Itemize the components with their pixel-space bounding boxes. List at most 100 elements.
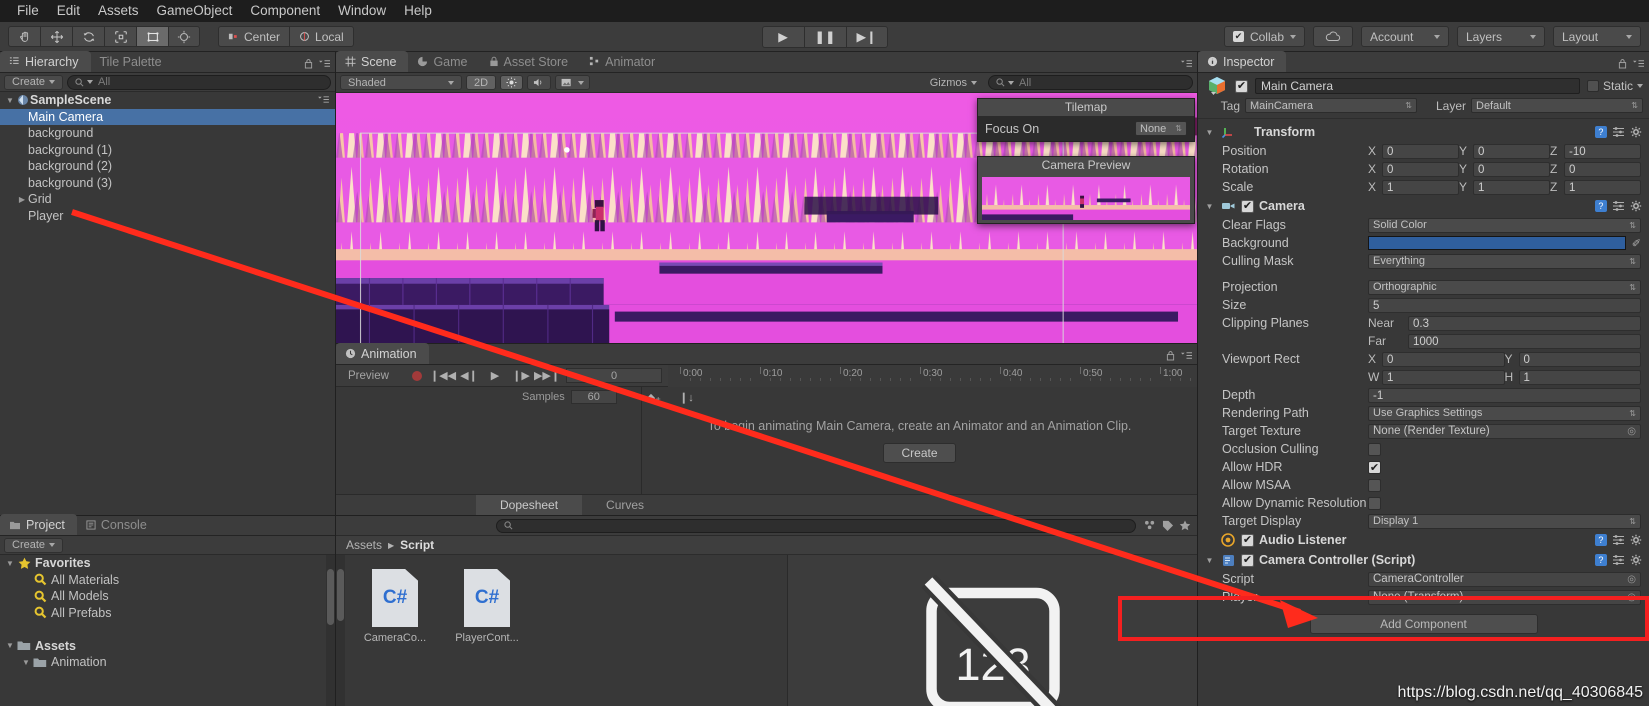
breadcrumb-script[interactable]: Script bbox=[400, 538, 434, 552]
transform-tool-icon[interactable] bbox=[168, 26, 200, 47]
scene-audio-toggle[interactable] bbox=[527, 75, 552, 90]
step-button[interactable]: ▶❙ bbox=[845, 25, 888, 48]
tab-game[interactable]: Game bbox=[408, 51, 479, 72]
play-button[interactable]: ▶ bbox=[761, 25, 804, 48]
preset-icon[interactable] bbox=[1612, 200, 1625, 212]
hierarchy-item[interactable]: Player bbox=[0, 208, 335, 225]
number-input[interactable]: 0 bbox=[1382, 351, 1505, 367]
tab-inspector[interactable]: Inspector bbox=[1198, 51, 1287, 72]
preset-icon[interactable] bbox=[1612, 534, 1625, 546]
number-input[interactable]: 1 bbox=[1473, 179, 1550, 195]
component-header[interactable]: ▼ Transform? bbox=[1198, 122, 1649, 142]
hierarchy-scene-row[interactable]: ▼ SampleScene bbox=[0, 92, 335, 109]
static-toggle[interactable]: Static bbox=[1586, 79, 1643, 93]
property-checkbox[interactable] bbox=[1368, 478, 1381, 492]
component-header[interactable]: ▼ ✔ Camera Controller (Script)? bbox=[1198, 550, 1649, 570]
tab-tile-palette[interactable]: Tile Palette bbox=[91, 51, 174, 72]
scene-gizmos-dropdown[interactable]: Gizmos bbox=[923, 75, 984, 90]
object-picker-icon[interactable]: ◎ bbox=[1627, 574, 1636, 585]
scene-menu-icon[interactable] bbox=[317, 93, 330, 107]
far-input[interactable]: 1000 bbox=[1408, 333, 1641, 349]
color-swatch[interactable] bbox=[1368, 236, 1626, 250]
chevron-down-icon[interactable]: ▼ bbox=[1204, 202, 1215, 211]
menu-item-gameobject[interactable]: GameObject bbox=[148, 0, 242, 22]
tab-curves[interactable]: Curves bbox=[582, 495, 668, 516]
hierarchy-item[interactable]: Main Camera bbox=[0, 108, 335, 125]
object-enabled-checkbox[interactable]: ✔ bbox=[1235, 79, 1248, 93]
eyedropper-icon[interactable]: ✐ bbox=[1632, 237, 1641, 250]
tab-hierarchy[interactable]: Hierarchy bbox=[0, 51, 91, 72]
animation-first-frame-button[interactable]: ❙◀◀ bbox=[430, 365, 456, 387]
property-checkbox[interactable]: ✔ bbox=[1368, 460, 1381, 474]
lock-icon[interactable] bbox=[1618, 58, 1627, 69]
cloud-button[interactable] bbox=[1313, 26, 1353, 47]
menu-item-window[interactable]: Window bbox=[329, 0, 395, 22]
animation-create-button[interactable]: Create bbox=[883, 442, 956, 463]
collab-button[interactable]: ✔ Collab bbox=[1223, 26, 1305, 47]
pause-button[interactable]: ❚❚ bbox=[803, 25, 846, 48]
account-button[interactable]: Account bbox=[1361, 26, 1449, 47]
gear-icon[interactable] bbox=[1630, 554, 1643, 566]
chevron-down-icon[interactable]: ▼ bbox=[1204, 556, 1215, 565]
preset-icon[interactable] bbox=[1612, 554, 1625, 566]
animation-samples-value[interactable]: 60 bbox=[570, 390, 617, 404]
pivot-mode-button[interactable]: Center bbox=[218, 26, 290, 47]
tab-animation[interactable]: Animation bbox=[336, 343, 429, 364]
move-tool-icon[interactable] bbox=[40, 26, 72, 47]
scene-shading-dropdown[interactable]: Shaded bbox=[340, 75, 462, 90]
gear-icon[interactable] bbox=[1630, 200, 1643, 212]
tab-console[interactable]: Console bbox=[77, 514, 159, 535]
hierarchy-item[interactable]: background (1) bbox=[0, 142, 335, 159]
dropdown-field[interactable]: Everything ⇅ bbox=[1368, 253, 1641, 269]
layer-dropdown[interactable]: Default ⇅ bbox=[1471, 98, 1643, 113]
menu-item-assets[interactable]: Assets bbox=[89, 0, 148, 22]
project-tree-item[interactable]: All Models bbox=[0, 588, 335, 605]
asset-item[interactable]: C# CameraCo... bbox=[360, 569, 430, 644]
chevron-down-icon[interactable]: ▼ bbox=[4, 96, 16, 105]
animation-timeline-ruler[interactable]: 0:00 0:10 0:20 0:30 0:40 0:50 1:00 bbox=[668, 364, 1197, 387]
hierarchy-item[interactable]: background (3) bbox=[0, 175, 335, 192]
panel-menu-icon[interactable] bbox=[318, 58, 331, 69]
chevron-down-icon[interactable]: ▼ bbox=[20, 658, 32, 667]
tab-asset-store[interactable]: Asset Store bbox=[480, 51, 581, 72]
object-name-field[interactable]: Main Camera bbox=[1255, 78, 1580, 94]
dropdown-field[interactable]: Display 1 ⇅ bbox=[1368, 513, 1641, 529]
object-picker-icon[interactable]: ◎ bbox=[1627, 426, 1636, 437]
number-input[interactable]: -10 bbox=[1564, 143, 1641, 159]
hierarchy-item[interactable]: ▶ Grid bbox=[0, 191, 335, 208]
rect-tool-icon[interactable] bbox=[136, 26, 168, 47]
number-input[interactable]: 0 bbox=[1382, 143, 1459, 159]
animation-last-frame-button[interactable]: ▶▶❙ bbox=[534, 365, 560, 387]
gear-icon[interactable] bbox=[1630, 534, 1643, 546]
tag-dropdown[interactable]: MainCamera ⇅ bbox=[1245, 98, 1417, 113]
animation-preview-label[interactable]: Preview bbox=[336, 370, 404, 382]
dropdown-field[interactable]: Orthographic ⇅ bbox=[1368, 279, 1641, 295]
filter-icon[interactable] bbox=[1144, 520, 1157, 531]
project-tree-item[interactable]: All Materials bbox=[0, 572, 335, 589]
lock-icon[interactable] bbox=[304, 58, 313, 69]
dropdown-field[interactable]: Use Graphics Settings ⇅ bbox=[1368, 405, 1641, 421]
component-enabled-checkbox[interactable]: ✔ bbox=[1241, 533, 1254, 547]
lock-icon[interactable] bbox=[1166, 350, 1175, 361]
number-input[interactable]: 0 bbox=[1564, 161, 1641, 177]
project-tree-item[interactable]: ▼ Assets bbox=[0, 638, 335, 655]
object-reference-field[interactable]: None (Render Texture) ◎ bbox=[1368, 423, 1641, 439]
component-enabled-checkbox[interactable]: ✔ bbox=[1241, 553, 1254, 567]
dropdown-field[interactable]: Solid Color ⇅ bbox=[1368, 217, 1641, 233]
panel-menu-icon[interactable] bbox=[1632, 58, 1645, 69]
help-icon[interactable]: ? bbox=[1595, 554, 1607, 566]
animation-frame-field[interactable]: 0 bbox=[566, 368, 662, 383]
text-input[interactable]: 5 bbox=[1368, 297, 1641, 313]
scene-viewport[interactable]: Tilemap Focus On None ⇅ Camera Preview bbox=[336, 93, 1197, 343]
component-enabled-checkbox[interactable]: ✔ bbox=[1241, 199, 1254, 213]
animation-next-frame-button[interactable]: ❙▶ bbox=[508, 365, 534, 387]
project-tree-item[interactable]: ▼ Favorites bbox=[0, 555, 335, 572]
help-icon[interactable]: ? bbox=[1595, 200, 1607, 212]
static-checkbox[interactable] bbox=[1586, 80, 1599, 92]
hierarchy-item[interactable]: background (2) bbox=[0, 158, 335, 175]
chevron-down-icon[interactable] bbox=[1637, 84, 1643, 88]
help-icon[interactable]: ? bbox=[1595, 126, 1607, 138]
project-tree-item[interactable]: All Prefabs bbox=[0, 605, 335, 622]
project-tree-scrollbar[interactable] bbox=[327, 569, 334, 625]
chevron-down-icon[interactable]: ▼ bbox=[4, 641, 16, 650]
